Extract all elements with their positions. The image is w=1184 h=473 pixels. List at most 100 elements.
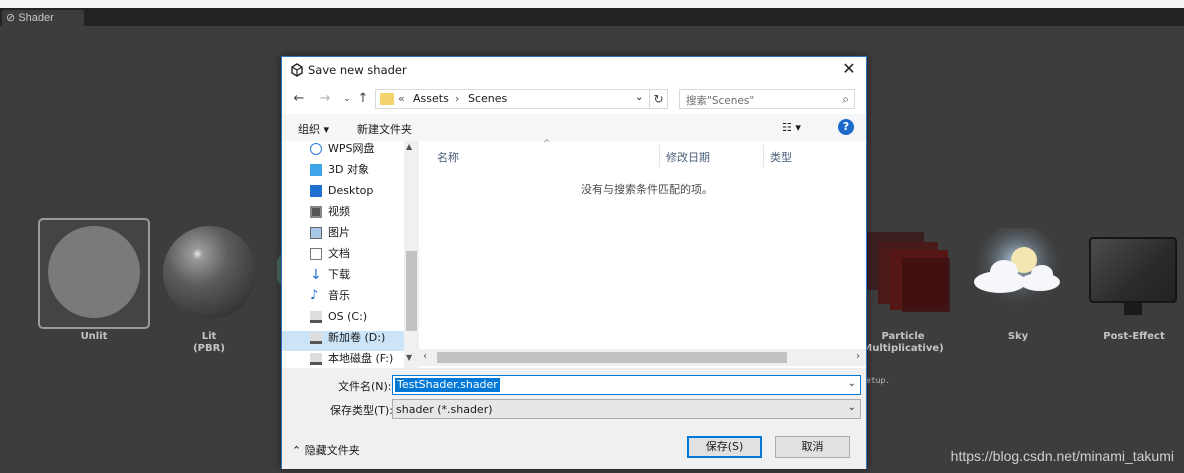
- nav-item-drive-d[interactable]: 新加卷 (D:): [310, 328, 404, 348]
- nav-label: 下载: [328, 268, 350, 281]
- scroll-down-icon[interactable]: ▼: [406, 353, 412, 362]
- unlit-label: Unlit: [80, 331, 108, 342]
- command-toolbar: 组织 ▾ 新建文件夹 ☷ ▾ ?: [282, 114, 866, 141]
- address-bar[interactable]: « Assets › Scenes ⌄: [375, 89, 650, 109]
- breadcrumb-separator-icon: ›: [455, 92, 460, 105]
- filetype-label: 保存类型(T):: [330, 404, 394, 417]
- back-arrow-icon[interactable]: ←: [291, 91, 307, 107]
- nav-label: 本地磁盘 (F:): [328, 352, 394, 365]
- shader-forge-icon: ⊘: [6, 12, 16, 24]
- dialog-titlebar: Save new shader ✕: [282, 57, 866, 84]
- nav-label: 音乐: [328, 289, 350, 302]
- file-list-pane: ^ 名称 修改日期 类型 没有与搜索条件匹配的项。 ‹ ›: [419, 139, 866, 368]
- drive-icon: [310, 311, 322, 323]
- column-divider: [659, 145, 660, 167]
- column-date-header[interactable]: 修改日期: [666, 149, 710, 165]
- nav-item-3d-objects[interactable]: 3D 对象: [310, 160, 404, 180]
- view-options-icon[interactable]: ☷ ▾: [782, 121, 801, 134]
- nav-label: 图片: [328, 226, 350, 239]
- top-strip: [0, 0, 1184, 8]
- breadcrumb-assets[interactable]: Assets: [413, 92, 449, 105]
- unity-logo-icon: [291, 63, 303, 77]
- scroll-left-icon[interactable]: ‹: [423, 351, 427, 362]
- scroll-right-icon[interactable]: ›: [856, 351, 860, 362]
- nav-item-videos[interactable]: 视频: [310, 202, 404, 222]
- breadcrumb-prefix: «: [398, 92, 405, 105]
- particle-sublabel: Multiplicative): [862, 343, 944, 354]
- breadcrumb-scenes[interactable]: Scenes: [468, 92, 507, 105]
- sort-indicator-icon: ^: [543, 139, 551, 149]
- filetype-dropdown-icon[interactable]: ⌄: [848, 402, 856, 413]
- nav-item-documents[interactable]: 文档: [310, 244, 404, 264]
- column-name-header[interactable]: 名称: [437, 149, 459, 165]
- sky-label: Sky: [1007, 331, 1029, 342]
- nav-item-drive-c[interactable]: OS (C:): [310, 307, 404, 327]
- filename-input[interactable]: TestShader.shader ⌄: [392, 375, 861, 395]
- nav-label: 视频: [328, 205, 350, 218]
- nav-label: WPS网盘: [328, 142, 375, 155]
- chevron-up-icon: ⌃: [292, 444, 302, 457]
- hide-folders-label: 隐藏文件夹: [304, 444, 360, 457]
- editor-tab-bar: ⊘ Shader Forge: [0, 8, 1184, 40]
- search-input[interactable]: 搜索"Scenes" ⌕: [679, 89, 855, 109]
- cancel-button[interactable]: 取消: [775, 436, 850, 458]
- particle-label: Particle: [881, 331, 925, 342]
- particle-shader-icon[interactable]: [860, 228, 952, 316]
- search-icon: ⌕: [842, 92, 849, 106]
- nav-item-music[interactable]: ♪ 音乐: [310, 286, 404, 306]
- column-type-header[interactable]: 类型: [770, 149, 792, 165]
- address-dropdown-icon[interactable]: ⌄: [635, 92, 643, 103]
- drive-icon: [310, 332, 322, 344]
- filename-label: 文件名(N):: [338, 380, 392, 393]
- close-button[interactable]: ✕: [840, 60, 858, 78]
- hide-folders-toggle[interactable]: ⌃ 隐藏文件夹: [292, 442, 360, 458]
- horizontal-scroll-thumb[interactable]: [437, 352, 787, 363]
- lit-sublabel: (PBR): [193, 343, 225, 354]
- scroll-up-icon[interactable]: ▲: [406, 142, 412, 151]
- nav-label: Desktop: [328, 184, 374, 197]
- sky-cloud-icon[interactable]: [970, 228, 1066, 308]
- nav-item-drive-f[interactable]: 本地磁盘 (F:): [310, 349, 404, 368]
- column-divider: [763, 145, 764, 167]
- save-button[interactable]: 保存(S): [687, 436, 762, 458]
- cube-icon: [310, 164, 322, 176]
- filename-dropdown-icon[interactable]: ⌄: [848, 378, 856, 389]
- filetype-select[interactable]: shader (*.shader) ⌄: [392, 399, 861, 419]
- lit-sphere-icon[interactable]: [163, 226, 256, 319]
- cloud-icon: [310, 143, 322, 155]
- desktop-icon: [310, 185, 322, 197]
- nav-item-downloads[interactable]: ↓ 下载: [310, 265, 404, 285]
- picture-icon: [310, 227, 322, 239]
- nav-label: OS (C:): [328, 310, 368, 323]
- nav-scroll-thumb[interactable]: [406, 251, 417, 331]
- download-icon: ↓: [310, 267, 322, 283]
- filename-value: TestShader.shader: [395, 378, 500, 392]
- up-arrow-icon[interactable]: ↑: [355, 91, 371, 107]
- monitor-stand: [1124, 303, 1142, 315]
- dialog-title: Save new shader: [308, 63, 407, 77]
- nav-item-pictures[interactable]: 图片: [310, 223, 404, 243]
- save-options-area: 文件名(N): TestShader.shader ⌄ 保存类型(T): sha…: [282, 368, 866, 469]
- navigation-pane: WPS网盘 3D 对象 Desktop 视频 图片 文档 ↓ 下载 ♪ 音乐 O…: [282, 141, 419, 368]
- post-effect-label: Post-Effect: [1103, 331, 1165, 342]
- search-placeholder: 搜索"Scenes": [686, 95, 755, 107]
- post-effect-monitor-icon[interactable]: [1089, 237, 1177, 303]
- unlit-shader-option[interactable]: [38, 218, 150, 329]
- help-icon[interactable]: ?: [838, 119, 854, 135]
- forward-arrow-icon[interactable]: →: [317, 91, 333, 107]
- recent-locations-chevron-icon[interactable]: ⌄: [339, 91, 355, 107]
- nav-item-desktop[interactable]: Desktop: [310, 181, 404, 201]
- organize-menu[interactable]: 组织 ▾: [298, 121, 329, 137]
- watermark: https://blog.csdn.net/minami_takumi: [950, 448, 1174, 464]
- lit-label: Lit: [201, 331, 217, 342]
- nav-scrollbar[interactable]: ▲ ▼: [404, 141, 419, 368]
- nav-item-wps-cloud[interactable]: WPS网盘: [310, 141, 404, 159]
- save-shader-dialog: Save new shader ✕ ← → ⌄ ↑ « Assets › Sce…: [281, 56, 867, 469]
- nav-label: 3D 对象: [328, 163, 369, 176]
- refresh-icon[interactable]: ↻: [650, 89, 668, 109]
- drive-icon: [310, 353, 322, 365]
- empty-results-message: 没有与搜索条件匹配的项。: [581, 183, 713, 196]
- horizontal-scrollbar[interactable]: ‹ ›: [419, 349, 866, 366]
- shader-forge-tab[interactable]: ⊘ Shader Forge: [2, 10, 84, 40]
- new-folder-button[interactable]: 新建文件夹: [357, 121, 412, 137]
